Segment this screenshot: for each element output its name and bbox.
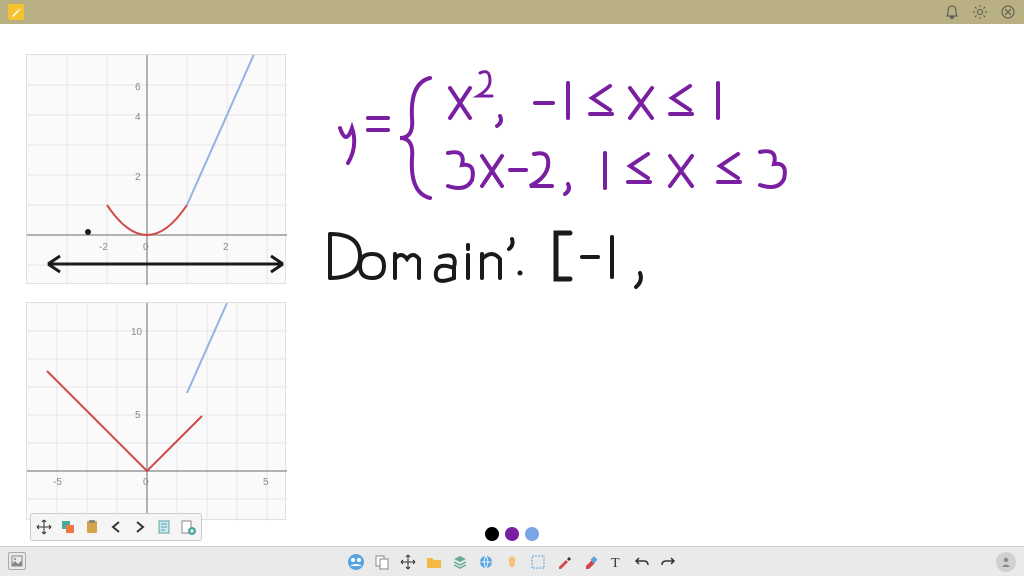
svg-text:6: 6: [135, 82, 141, 93]
color-blue[interactable]: [525, 527, 539, 541]
domain-text: [320, 219, 820, 299]
left-toolbar: [30, 513, 202, 541]
copy-icon[interactable]: [371, 551, 393, 573]
color-picker: [485, 527, 539, 541]
equation-piecewise: [330, 58, 950, 218]
svg-text:0: 0: [143, 242, 149, 253]
svg-text:2: 2: [223, 242, 229, 253]
gear-icon[interactable]: [972, 4, 988, 20]
group-icon[interactable]: [345, 551, 367, 573]
svg-text:T: T: [611, 556, 620, 570]
folder-icon[interactable]: [423, 551, 445, 573]
canvas[interactable]: -2 0 2 2 4 6: [0, 24, 1024, 540]
redo-icon[interactable]: [657, 551, 679, 573]
color-purple[interactable]: [505, 527, 519, 541]
app-icon[interactable]: [8, 4, 24, 20]
move-icon[interactable]: [397, 551, 419, 573]
select-icon[interactable]: [527, 551, 549, 573]
svg-text:5: 5: [135, 410, 141, 421]
globe-icon[interactable]: [475, 551, 497, 573]
hand-icon[interactable]: [501, 551, 523, 573]
bottom-dock: T: [0, 546, 1024, 576]
graph-2: -5 0 5 5 10: [26, 302, 286, 520]
move-tool[interactable]: [33, 516, 55, 538]
svg-text:0: 0: [143, 477, 149, 488]
image-placeholder-icon[interactable]: [8, 552, 26, 570]
bell-icon[interactable]: [944, 4, 960, 20]
new-page-tool[interactable]: [153, 516, 175, 538]
top-bar: [0, 0, 1024, 24]
svg-text:4: 4: [135, 112, 141, 123]
undo-icon[interactable]: [631, 551, 653, 573]
clipboard-tool[interactable]: [81, 516, 103, 538]
close-icon[interactable]: [1000, 4, 1016, 20]
add-page-tool[interactable]: [177, 516, 199, 538]
graph-1: -2 0 2 2 4 6: [26, 54, 286, 284]
prev-arrow[interactable]: [105, 516, 127, 538]
svg-text:2: 2: [135, 172, 141, 183]
svg-text:-2: -2: [99, 242, 108, 253]
layers-tool[interactable]: [57, 516, 79, 538]
svg-text:5: 5: [263, 477, 269, 488]
marker-icon[interactable]: [579, 551, 601, 573]
stack-icon[interactable]: [449, 551, 471, 573]
svg-text:-5: -5: [53, 477, 62, 488]
text-icon[interactable]: T: [605, 551, 627, 573]
user-avatar[interactable]: [996, 552, 1016, 572]
next-arrow[interactable]: [129, 516, 151, 538]
pen-icon[interactable]: [553, 551, 575, 573]
color-black[interactable]: [485, 527, 499, 541]
svg-text:10: 10: [131, 327, 143, 338]
